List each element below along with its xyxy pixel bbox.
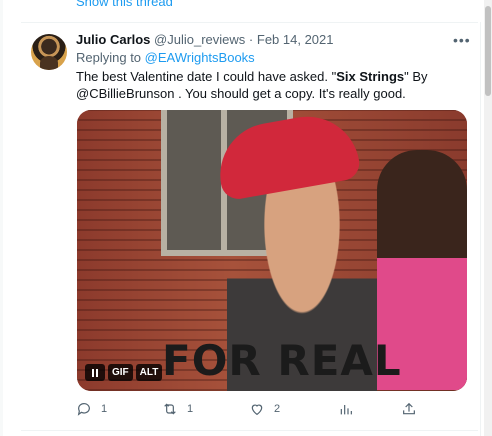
analytics-button[interactable] — [338, 401, 354, 417]
divider — [21, 22, 478, 23]
pause-icon[interactable] — [85, 364, 105, 381]
analytics-icon — [340, 405, 352, 415]
like-count: 2 — [274, 403, 281, 415]
share-icon — [403, 402, 415, 415]
share-button[interactable] — [401, 401, 417, 417]
avatar[interactable] — [31, 34, 67, 70]
scrollbar[interactable] — [484, 0, 492, 436]
action-bar: 1 1 2 — [76, 401, 421, 419]
author-name[interactable]: Julio Carlos — [76, 32, 150, 47]
page-edge — [0, 0, 3, 436]
separator: · — [248, 32, 254, 47]
replying-to-link[interactable]: @EAWrightsBooks — [145, 50, 255, 65]
like-icon — [251, 404, 263, 416]
gif-caption: FOR REAL — [162, 336, 402, 385]
tweet-text-part1: The best Valentine date I could have ask… — [76, 69, 337, 84]
like-button[interactable]: 2 — [249, 401, 280, 417]
divider — [21, 430, 478, 431]
tweet-header: Julio Carlos @Julio_reviews · Feb 14, 20… — [76, 32, 334, 47]
column-border — [480, 22, 481, 436]
reply-button[interactable]: 1 — [76, 401, 107, 417]
alt-badge[interactable]: ALT — [135, 364, 163, 381]
retweet-button[interactable]: 1 — [162, 401, 193, 417]
replying-to: Replying to @EAWrightsBooks — [76, 50, 255, 65]
tweet-date[interactable]: Feb 14, 2021 — [257, 32, 334, 47]
show-thread-link[interactable]: Show this thread — [76, 0, 173, 9]
tweet-text: The best Valentine date I could have ask… — [76, 68, 436, 102]
tweet-text-bold: Six Strings — [336, 69, 405, 84]
retweet-icon — [164, 403, 176, 415]
author-handle[interactable]: @Julio_reviews — [154, 32, 245, 47]
gif-badge: GIF — [108, 364, 133, 381]
scrollbar-thumb[interactable] — [485, 6, 491, 96]
media-badges: GIF ALT — [85, 364, 163, 381]
reply-count: 1 — [101, 403, 108, 415]
replying-prefix: Replying to — [76, 50, 145, 65]
more-icon[interactable]: ••• — [453, 32, 471, 48]
gif-media[interactable]: FOR REAL GIF ALT — [77, 110, 467, 391]
reply-icon — [77, 403, 90, 416]
retweet-count: 1 — [187, 403, 194, 415]
